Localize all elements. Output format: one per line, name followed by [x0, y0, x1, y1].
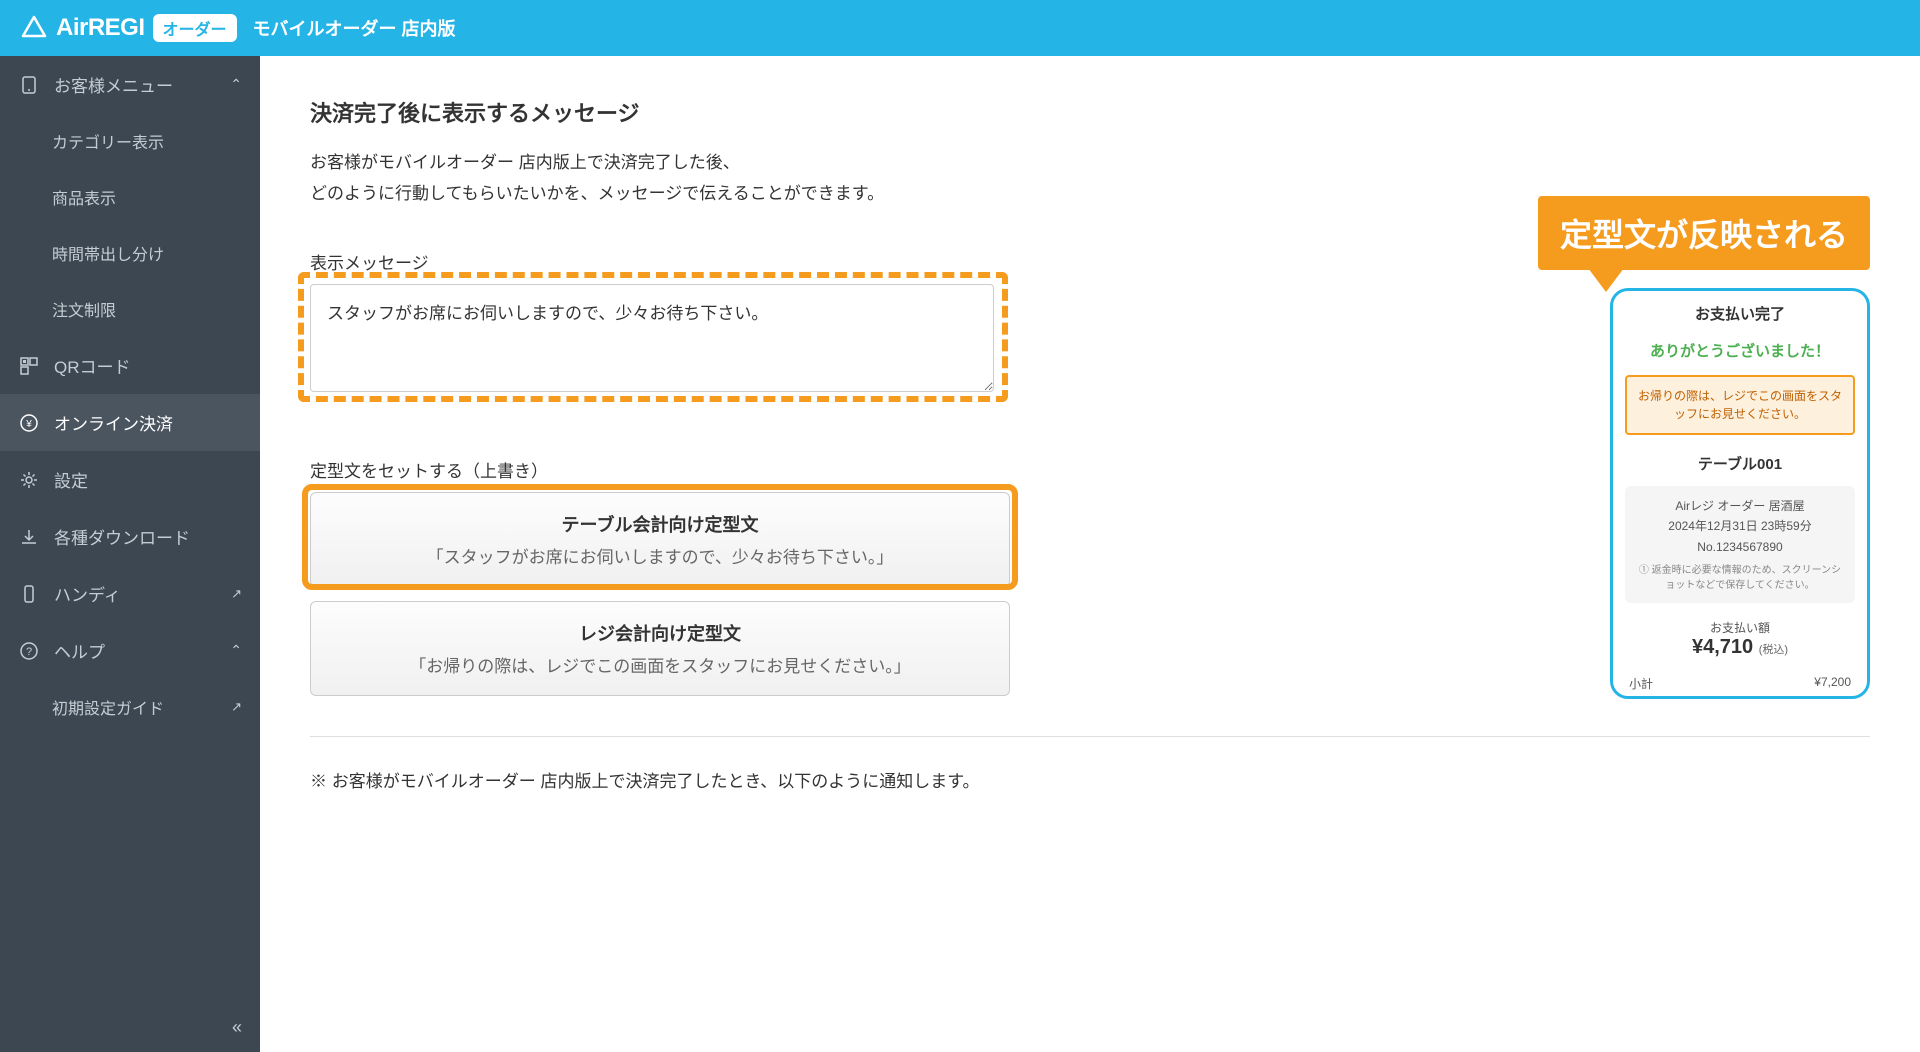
footnote: ※ お客様がモバイルオーダー 店内版上で決済完了したとき、以下のように通知します… [310, 767, 1870, 792]
phone-total-amount: ¥4,710 [1692, 636, 1753, 658]
sidebar-item-help[interactable]: ? ヘルプ ⌃ [0, 622, 260, 679]
sidebar-item-label: 注文制限 [52, 297, 116, 321]
sidebar-item-label: オンライン決済 [54, 410, 173, 435]
main-content: 決済完了後に表示するメッセージ お客様がモバイルオーダー 店内版上で決済完了した… [260, 56, 1920, 1052]
callout-tail [1588, 268, 1624, 292]
phone-total-label: お支払い額 [1613, 613, 1867, 636]
external-link-icon: ↗ [231, 586, 242, 602]
logo-group: AirREGI オーダー [20, 14, 237, 42]
sidebar-item-label: ヘルプ [54, 638, 105, 663]
handy-icon [18, 583, 40, 605]
preset-button-desc: 「スタッフがお席にお伺いしますので、少々お待ち下さい。」 [331, 543, 989, 568]
sidebar-item-category[interactable]: カテゴリー表示 [0, 113, 260, 169]
sidebar-item-qr[interactable]: QRコード [0, 337, 260, 394]
preset-button-desc: 「お帰りの際は、レジでこの画面をスタッフにお見せください。」 [331, 652, 989, 677]
app-header: AirREGI オーダー モバイルオーダー 店内版 [0, 0, 1920, 56]
phone-notice: お帰りの際は、レジでこの画面をスタッフにお見せください。 [1625, 375, 1855, 435]
sidebar-item-label: カテゴリー表示 [52, 129, 164, 153]
phone-order-no: No.1234567890 [1635, 537, 1845, 557]
display-message-textarea[interactable] [310, 284, 994, 392]
phone-total: ¥4,710 (税込) [1613, 636, 1867, 667]
phone-table-label: テーブル001 [1613, 445, 1867, 486]
phone-subtotal-value: ¥7,200 [1814, 675, 1851, 692]
phone-datetime: 2024年12月31日 23時59分 [1635, 516, 1845, 536]
sidebar-item-label: QRコード [54, 353, 131, 378]
phone-subtotal-label: 小計 [1629, 675, 1653, 692]
callout-bubble: 定型文が反映される [1538, 196, 1870, 270]
qr-icon [18, 355, 40, 377]
preset-button-title: テーブル会計向け定型文 [331, 511, 989, 537]
tablet-icon [18, 74, 40, 96]
gear-icon [18, 469, 40, 491]
logo-icon [20, 14, 48, 42]
phone-shop: Airレジ オーダー 居酒屋 [1635, 496, 1845, 516]
logo-badge: オーダー [153, 14, 237, 42]
preset-button-title: レジ会計向け定型文 [331, 620, 989, 646]
sidebar-item-label: 設定 [54, 467, 88, 492]
sidebar-item-label: お客様メニュー [54, 72, 173, 97]
sidebar-item-customer-menu[interactable]: お客様メニュー ⌃ [0, 56, 260, 113]
header-subtitle: モバイルオーダー 店内版 [253, 15, 456, 41]
sidebar: お客様メニュー ⌃ カテゴリー表示 商品表示 時間帯出し分け 注文制限 QRコー… [0, 56, 260, 1052]
chevron-up-icon: ⌃ [230, 642, 242, 659]
sidebar-item-label: 時間帯出し分け [52, 241, 164, 265]
external-link-icon: ↗ [231, 699, 242, 715]
logo-text: AirREGI [56, 14, 145, 42]
chevron-up-icon: ⌃ [230, 76, 242, 93]
sidebar-item-settings[interactable]: 設定 [0, 451, 260, 508]
phone-info-box: Airレジ オーダー 居酒屋 2024年12月31日 23時59分 No.123… [1625, 486, 1855, 603]
phone-tax-note: (税込) [1759, 644, 1788, 656]
callout-text: 定型文が反映される [1560, 217, 1848, 253]
sidebar-collapse-button[interactable]: « [0, 1003, 260, 1052]
preset-register-button[interactable]: レジ会計向け定型文 「お帰りの際は、レジでこの画面をスタッフにお見せください。」 [310, 601, 1010, 696]
phone-subtotal-row: 小計 ¥7,200 [1613, 667, 1867, 696]
collapse-icon: « [232, 1017, 242, 1037]
sidebar-item-product[interactable]: 商品表示 [0, 169, 260, 225]
sidebar-item-downloads[interactable]: 各種ダウンロード [0, 508, 260, 565]
phone-header: お支払い完了 [1613, 291, 1867, 332]
help-icon: ? [18, 640, 40, 662]
divider [310, 736, 1870, 737]
sidebar-item-label: ハンディ [54, 581, 121, 606]
phone-info-note: ① 返金時に必要な情報のため、スクリーンショットなどで保存してください。 [1635, 563, 1845, 593]
preset-table-button[interactable]: テーブル会計向け定型文 「スタッフがお席にお伺いしますので、少々お待ち下さい。」 [310, 492, 1010, 587]
sidebar-item-order-limit[interactable]: 注文制限 [0, 281, 260, 337]
sidebar-item-handy[interactable]: ハンディ ↗ [0, 565, 260, 622]
section-title: 決済完了後に表示するメッセージ [310, 96, 1870, 128]
download-icon [18, 526, 40, 548]
sidebar-item-label: 各種ダウンロード [54, 524, 190, 549]
sidebar-item-online-payment[interactable]: ¥ オンライン決済 [0, 394, 260, 451]
svg-text:?: ? [26, 646, 32, 658]
sidebar-item-setup-guide[interactable]: 初期設定ガイド ↗ [0, 679, 260, 735]
sidebar-item-label: 商品表示 [52, 185, 116, 209]
yen-icon: ¥ [18, 412, 40, 434]
phone-thanks: ありがとうございました！ [1613, 332, 1867, 369]
svg-text:¥: ¥ [25, 419, 32, 430]
sidebar-item-timeband[interactable]: 時間帯出し分け [0, 225, 260, 281]
phone-preview: お支払い完了 ありがとうございました！ お帰りの際は、レジでこの画面をスタッフに… [1610, 288, 1870, 699]
desc-line: お客様がモバイルオーダー 店内版上で決済完了した後、 [310, 148, 1870, 179]
sidebar-item-label: 初期設定ガイド [52, 695, 164, 719]
